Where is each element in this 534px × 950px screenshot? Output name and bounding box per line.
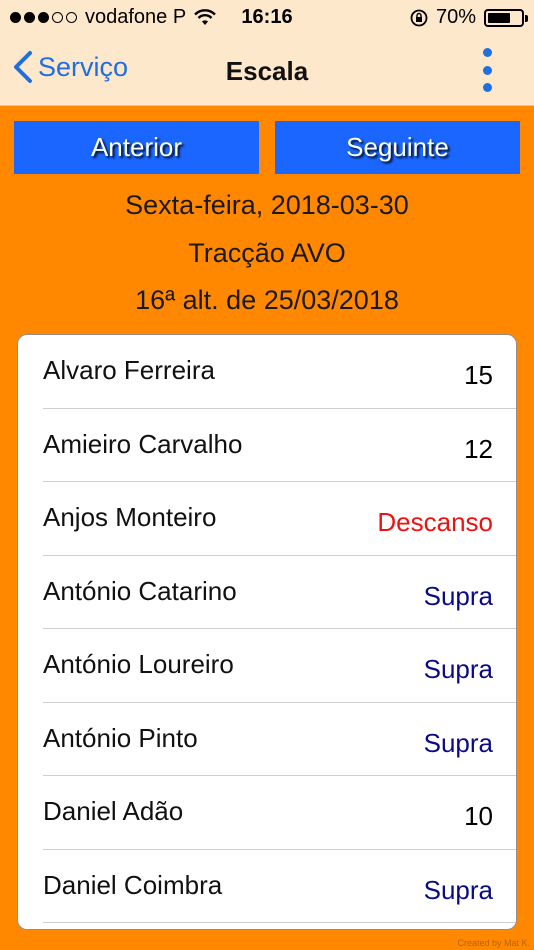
rotation-lock-icon <box>410 9 428 26</box>
staff-name: António Loureiro <box>43 649 234 679</box>
list-item[interactable]: António Pinto Supra <box>43 703 516 776</box>
schedule-date: Sexta-feira, 2018-03-30 <box>125 190 409 220</box>
traction-label: Tracção AVO <box>188 238 346 268</box>
battery-area: 70% <box>410 6 528 29</box>
alteration-label: 16ª alt. de 25/03/2018 <box>135 285 399 315</box>
battery-percent: 70% <box>435 6 476 28</box>
page-title: Escala <box>225 56 309 86</box>
staff-name: Alvaro Ferreira <box>43 355 215 385</box>
staff-value: 15 <box>464 360 493 390</box>
staff-value: Supra <box>423 654 493 684</box>
staff-value: 12 <box>464 433 493 464</box>
staff-value: Supra <box>423 727 493 758</box>
more-options-icon[interactable] <box>480 48 494 92</box>
staff-name: António Pinto <box>43 722 198 753</box>
battery-icon <box>484 8 528 27</box>
staff-list: Alvaro Ferreira 15 Amieiro Carvalho 12 A… <box>17 334 517 930</box>
list-item[interactable]: Amieiro Carvalho 12 <box>43 409 516 482</box>
staff-value: 10 <box>464 801 493 831</box>
staff-name: Anjos Monteiro <box>43 502 217 532</box>
staff-name: Amieiro Carvalho <box>43 428 243 459</box>
list-item[interactable]: António Catarino Supra <box>43 556 516 629</box>
watermark: Created by Mat K. <box>457 938 530 948</box>
staff-name: António Catarino <box>43 575 237 606</box>
navigation-bar: Serviço Escala <box>0 36 534 106</box>
staff-value: Descanso <box>377 507 493 537</box>
staff-name: Daniel Adão <box>43 796 184 826</box>
list-item[interactable]: Daniel Coimbra Supra <box>43 850 516 923</box>
list-item[interactable]: Daniel Adão 10 <box>43 776 516 850</box>
staff-name: Daniel Coimbra <box>43 869 223 900</box>
status-bar: vodafone P 16:16 70% <box>0 0 534 36</box>
next-button[interactable]: Seguinte <box>275 121 520 174</box>
list-item[interactable]: António Loureiro Supra <box>43 629 516 703</box>
previous-button[interactable]: Anterior <box>14 121 259 174</box>
list-item[interactable]: Alvaro Ferreira 15 <box>43 335 516 409</box>
list-item[interactable]: Anjos Monteiro Descanso <box>43 482 516 556</box>
staff-value: Supra <box>423 580 493 611</box>
staff-value: Supra <box>423 874 493 905</box>
